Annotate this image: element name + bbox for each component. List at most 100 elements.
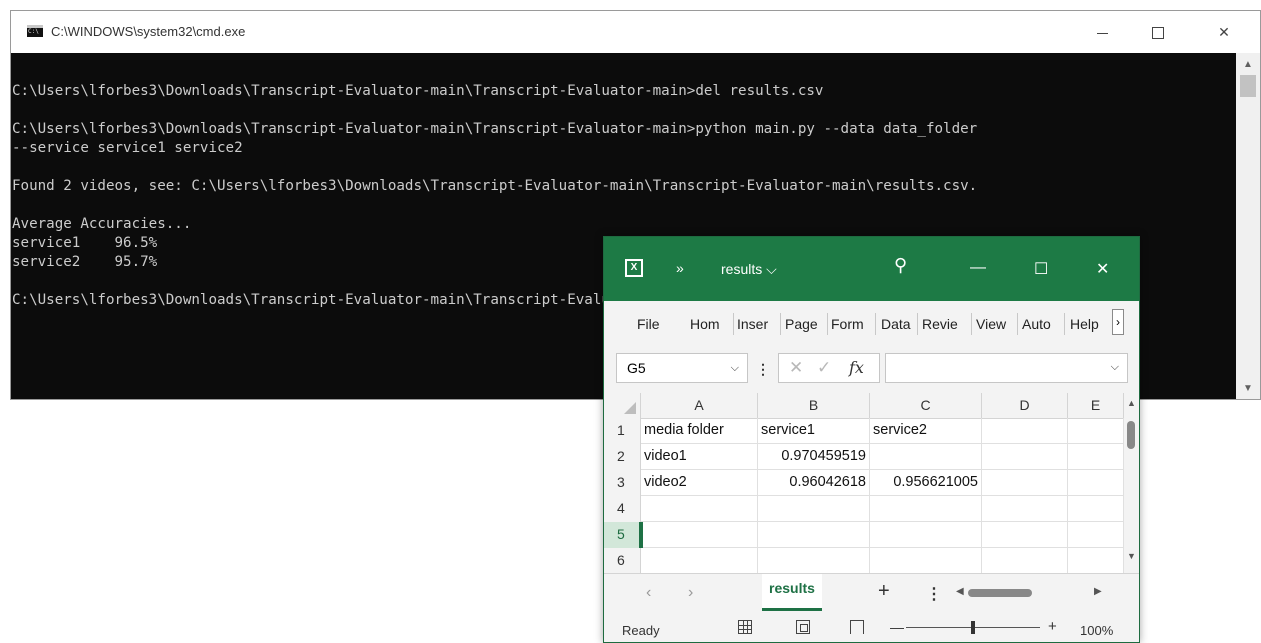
scroll-up-icon[interactable]: ▲ [1127, 398, 1136, 408]
cmd-maximize-button[interactable] [1135, 17, 1181, 47]
add-sheet-button[interactable]: + [878, 580, 890, 603]
excel-close-button[interactable]: ✕ [1096, 259, 1109, 279]
cmd-minimize-button[interactable] [1079, 17, 1125, 47]
scroll-thumb[interactable] [1127, 421, 1135, 449]
search-icon[interactable]: ⚲ [894, 255, 907, 276]
zoom-slider-thumb[interactable] [971, 621, 975, 634]
row-header[interactable]: 1 [604, 418, 641, 444]
workbook-title[interactable]: results ⌵ [721, 261, 777, 278]
column-header-c[interactable]: C [870, 393, 982, 418]
tab-review[interactable]: Revie [922, 316, 958, 332]
spreadsheet-grid[interactable]: ABCDE 1 media folder service1 service2 2 vide… [604, 393, 1124, 573]
zoom-out-button[interactable]: — [890, 619, 904, 635]
excel-window[interactable]: X » results ⌵ ⚲ — ☐ ✕ File Hom Inser Pag… [603, 236, 1140, 643]
cell-a3[interactable]: video2 [641, 470, 758, 496]
cell-d2[interactable] [982, 444, 1068, 470]
cell-c1[interactable]: service2 [870, 418, 982, 444]
column-header-a[interactable]: A [641, 393, 758, 418]
cmd-scrollbar[interactable]: ▲ ▼ [1236, 53, 1260, 399]
cell-d5[interactable] [982, 522, 1068, 548]
next-sheet-button[interactable]: › [688, 584, 693, 602]
chevron-down-icon[interactable]: ⌵ [1111, 361, 1119, 374]
normal-view-icon[interactable] [738, 620, 752, 634]
cancel-icon[interactable]: ✕ [789, 358, 803, 378]
scroll-right-icon[interactable]: ▶ [1094, 586, 1102, 597]
tab-page-layout[interactable]: Page [785, 316, 818, 332]
cell-d6[interactable] [982, 548, 1068, 573]
cell-c6[interactable] [870, 548, 982, 573]
row-header[interactable]: 6 [604, 548, 641, 573]
cell-e6[interactable] [1068, 548, 1124, 573]
cmd-titlebar[interactable]: C:\ C:\WINDOWS\system32\cmd.exe ✕ [11, 11, 1260, 53]
formula-bar-options-icon[interactable]: ⋮ [756, 361, 770, 378]
tab-data[interactable]: Data [881, 316, 911, 332]
column-header-d[interactable]: D [982, 393, 1068, 418]
cmd-close-button[interactable]: ✕ [1201, 17, 1247, 47]
row-header[interactable]: 4 [604, 496, 641, 522]
tab-help[interactable]: Help [1070, 316, 1099, 332]
excel-titlebar[interactable]: X » results ⌵ ⚲ — ☐ ✕ [604, 237, 1139, 301]
excel-maximize-button[interactable]: ☐ [1034, 259, 1048, 279]
chevron-down-icon[interactable]: ⌵ [731, 354, 739, 382]
cmd-app-icon: C:\ [27, 25, 43, 37]
zoom-in-button[interactable]: + [1048, 618, 1057, 635]
tab-formulas[interactable]: Form [831, 316, 864, 332]
row-header[interactable]: 2 [604, 444, 641, 470]
prev-sheet-button[interactable]: ‹ [646, 584, 651, 602]
tab-automate[interactable]: Auto [1022, 316, 1051, 332]
select-all-corner[interactable] [604, 393, 641, 418]
formula-input[interactable]: ⌵ [885, 353, 1128, 383]
cell-d3[interactable] [982, 470, 1068, 496]
cell-a1[interactable]: media folder [641, 418, 758, 444]
row-header[interactable]: 3 [604, 470, 641, 496]
cell-c4[interactable] [870, 496, 982, 522]
name-box[interactable]: G5 ⌵ [616, 353, 748, 383]
cell-c5[interactable] [870, 522, 982, 548]
cell-b6[interactable] [758, 548, 870, 573]
cell-a5[interactable] [641, 522, 758, 548]
page-layout-view-icon[interactable] [796, 620, 810, 634]
scroll-down-icon[interactable]: ▼ [1243, 383, 1253, 394]
cell-d4[interactable] [982, 496, 1068, 522]
cell-c3[interactable]: 0.956621005 [870, 470, 982, 496]
column-header-b[interactable]: B [758, 393, 870, 418]
tab-home[interactable]: Hom [690, 316, 720, 332]
grid-vertical-scrollbar[interactable]: ▲ ▼ [1124, 393, 1139, 573]
cell-b2[interactable]: 0.970459519 [758, 444, 870, 470]
cell-b5[interactable] [758, 522, 870, 548]
tab-insert[interactable]: Inser [737, 316, 768, 332]
ribbon-divider [875, 313, 876, 335]
cell-d1[interactable] [982, 418, 1068, 444]
cell-e3[interactable] [1068, 470, 1124, 496]
cell-e5[interactable] [1068, 522, 1124, 548]
column-header-e[interactable]: E [1068, 393, 1124, 418]
cell-a6[interactable] [641, 548, 758, 573]
scroll-down-icon[interactable]: ▼ [1127, 551, 1136, 561]
scroll-thumb[interactable] [1240, 75, 1256, 97]
cell-e1[interactable] [1068, 418, 1124, 444]
sheet-options-icon[interactable]: ⋮ [926, 584, 942, 604]
cell-a4[interactable] [641, 496, 758, 522]
page-break-view-icon[interactable] [850, 620, 864, 634]
cell-b1[interactable]: service1 [758, 418, 870, 444]
quick-access-more-button[interactable]: » [676, 260, 684, 276]
cell-a2[interactable]: video1 [641, 444, 758, 470]
cell-b4[interactable] [758, 496, 870, 522]
scroll-up-icon[interactable]: ▲ [1243, 59, 1253, 70]
cell-c2[interactable] [870, 444, 982, 470]
zoom-level[interactable]: 100% [1080, 623, 1113, 638]
ribbon-more-tabs-button[interactable]: › [1112, 309, 1124, 335]
horizontal-scroll-thumb[interactable] [968, 589, 1032, 597]
tab-file[interactable]: File [637, 316, 660, 332]
cell-b3[interactable]: 0.96042618 [758, 470, 870, 496]
excel-minimize-button[interactable]: — [970, 259, 986, 277]
cell-e4[interactable] [1068, 496, 1124, 522]
scroll-left-icon[interactable]: ◀ [956, 586, 964, 597]
tab-view[interactable]: View [976, 316, 1006, 332]
cell-e2[interactable] [1068, 444, 1124, 470]
insert-function-icon[interactable]: fx [849, 358, 864, 377]
sheet-tab-results[interactable]: results [762, 574, 822, 611]
enter-icon[interactable]: ✓ [817, 358, 831, 378]
row-header[interactable]: 5 [604, 522, 641, 548]
